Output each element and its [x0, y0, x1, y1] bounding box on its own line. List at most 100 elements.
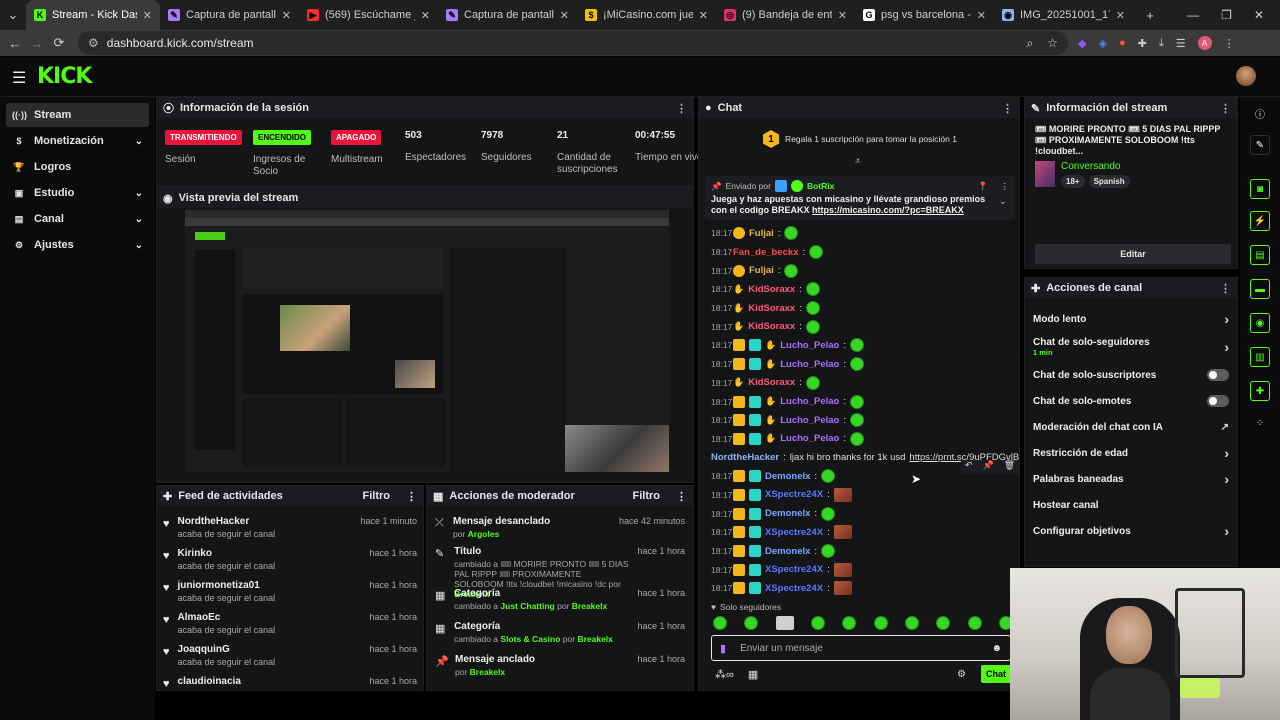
new-tab-button[interactable]: +	[1139, 4, 1161, 26]
channel-action-item[interactable]: Configurar objetivos ›	[1025, 518, 1237, 544]
gift-leaderboard-banner[interactable]: 1 Regala 1 suscripción para tomar la pos…	[699, 128, 1019, 150]
activity-user[interactable]: JoaqquinG	[178, 644, 276, 655]
chat-message[interactable]: 18:17 ✋ Lucho_Pelao:	[699, 430, 1019, 449]
chevron-right-icon[interactable]: ›	[1224, 471, 1229, 487]
pin-message-icon[interactable]: 📌	[983, 460, 994, 474]
browser-tab[interactable]: ✎ Captura de pantalla por L ✕	[438, 0, 577, 30]
browser-tab[interactable]: ◎ (9) Bandeja de entrada - I ✕	[716, 0, 855, 30]
forward-icon[interactable]: →	[26, 32, 48, 54]
pinned-by-user[interactable]: BotRix	[807, 181, 834, 191]
sidebar-item-canal[interactable]: ▤ Canal ⌄	[6, 207, 149, 231]
channel-action-item[interactable]: Hostear canal	[1025, 492, 1237, 518]
document-icon[interactable]: ▤	[1250, 245, 1270, 265]
mod-action-highlight[interactable]: Just Chatting	[500, 601, 554, 611]
chat-input[interactable]: ▮ Enviar un mensaje ☻	[711, 635, 1011, 661]
chat-username[interactable]: Fan_de_beckx	[733, 247, 798, 258]
chevron-right-icon[interactable]: ›	[1224, 523, 1229, 539]
browser-tab[interactable]: K Stream - Kick Dashboard ✕	[26, 0, 160, 30]
back-icon[interactable]: ←	[4, 32, 26, 54]
chat-message[interactable]: 18:17 Demonelx:	[699, 542, 1019, 561]
collapse-leaderboard-icon[interactable]: ⩡	[855, 156, 861, 167]
chat-username[interactable]: Lucho_Pelao	[780, 396, 839, 407]
chat-username[interactable]: Lucho_Pelao	[780, 433, 839, 444]
chevron-right-icon[interactable]: ›	[1224, 311, 1229, 327]
sidebar-item-ajustes[interactable]: ⚙ Ajustes ⌄	[6, 233, 149, 257]
browser-menu-icon[interactable]: ⋮	[1224, 37, 1235, 50]
browser-tab[interactable]: ✎ Captura de pantalla por L ✕	[160, 0, 299, 30]
mod-action-highlight[interactable]: Breakelx	[470, 667, 505, 677]
zoom-icon[interactable]: ⌕	[1027, 36, 1034, 51]
sidebar-item-monetización[interactable]: $ Monetización ⌄	[6, 129, 149, 153]
microphone-icon[interactable]: ▮	[720, 642, 726, 655]
user-avatar[interactable]	[1236, 66, 1256, 86]
channel-action-item[interactable]: Modo lento ›	[1025, 306, 1237, 332]
edit-stream-button[interactable]: Editar	[1035, 244, 1231, 264]
tab-search-icon[interactable]: ⌄	[2, 4, 24, 26]
bookmark-star-icon[interactable]: ☆	[1047, 36, 1058, 51]
stream-category[interactable]: Conversando	[1061, 161, 1130, 172]
close-tab-icon[interactable]: ✕	[143, 9, 152, 22]
chat-username[interactable]: Demonelx	[765, 471, 810, 482]
extension-icon[interactable]: ◈	[1098, 37, 1106, 50]
sidebar-item-logros[interactable]: 🏆 Logros	[6, 155, 149, 179]
browser-tab[interactable]: Gpsg vs barcelona - Buscar ✕	[855, 0, 994, 30]
site-info-icon[interactable]: ⚙	[88, 36, 99, 50]
activity-user[interactable]: juniormonetiza01	[178, 580, 276, 591]
chat-message[interactable]: 18:17 XSpectre24X:	[699, 579, 1019, 598]
filter-button[interactable]: Filtro	[633, 490, 661, 502]
filter-button[interactable]: Filtro	[363, 490, 391, 502]
chat-message[interactable]: 18:17 Demonelx:	[699, 504, 1019, 523]
stream-tag[interactable]: Spanish	[1088, 175, 1130, 188]
chevron-right-icon[interactable]: ›	[1224, 445, 1229, 461]
channel-action-item[interactable]: Moderación del chat con IA ↗	[1025, 414, 1237, 440]
external-link-icon[interactable]: ↗	[1221, 422, 1229, 433]
quick-emote-icon[interactable]	[810, 616, 825, 630]
restore-icon[interactable]: ❐	[1221, 8, 1232, 22]
reply-icon[interactable]: ↶	[965, 460, 973, 474]
extension-icon[interactable]: ●	[1119, 37, 1126, 49]
chat-username[interactable]: KidSoraxx	[748, 303, 795, 314]
pinned-options-icon[interactable]: ⋮	[1001, 181, 1010, 192]
activity-user[interactable]: claudioinacia	[178, 676, 241, 687]
chat-username[interactable]: XSpectre24X	[765, 583, 823, 594]
layout-icon[interactable]: ▥	[1250, 347, 1270, 367]
reload-icon[interactable]: ⟳	[48, 32, 70, 54]
activity-user[interactable]: Kirinko	[178, 548, 276, 559]
chat-username[interactable]: Demonelx	[765, 546, 810, 557]
more-options-icon[interactable]: ⋮	[1220, 102, 1231, 115]
tools-icon[interactable]: ✚	[1250, 381, 1270, 401]
lightning-icon[interactable]: ⚡	[1250, 211, 1270, 231]
url-text[interactable]: dashboard.kick.com/stream	[107, 36, 254, 50]
chevron-down-icon[interactable]: ⌄	[135, 136, 143, 147]
chat-message[interactable]: 18:17 XSpectre24X:	[699, 523, 1019, 542]
quick-emote-icon[interactable]	[713, 616, 727, 630]
channel-action-item[interactable]: Palabras baneadas ›	[1025, 466, 1237, 492]
more-options-icon[interactable]: ⋮	[1002, 102, 1013, 115]
close-tab-icon[interactable]: ✕	[838, 9, 847, 22]
chat-username[interactable]: KidSoraxx	[748, 284, 795, 295]
chat-username[interactable]: Lucho_Pelao	[780, 340, 839, 351]
close-tab-icon[interactable]: ✕	[1116, 9, 1125, 22]
more-options-icon[interactable]: ⋮	[406, 490, 417, 503]
send-chat-button[interactable]: Chat	[981, 665, 1011, 683]
chat-message[interactable]: 18:17 ✋ KidSoraxx:	[699, 374, 1019, 393]
mod-action-user[interactable]: Breakelx	[577, 634, 612, 644]
chat-username[interactable]: XSpectre24X	[765, 564, 823, 575]
expand-pinned-icon[interactable]: ⌄	[999, 196, 1007, 207]
chevron-right-icon[interactable]: ›	[1224, 339, 1229, 355]
extension-icon[interactable]: ◆	[1078, 37, 1086, 50]
quick-emote-icon[interactable]	[842, 616, 857, 630]
chat-message[interactable]: 18:17 ✋ KidSoraxx:	[699, 317, 1019, 336]
browser-tab[interactable]: ▶ (569) Escúchame jopu... ✕	[299, 0, 438, 30]
activity-user[interactable]: NordtheHacker	[178, 516, 276, 527]
activity-user[interactable]: AlmaoEc	[178, 612, 276, 623]
channel-action-item[interactable]: Chat de solo-seguidores 1 min ›	[1025, 332, 1237, 362]
chat-username[interactable]: Lucho_Pelao	[780, 359, 839, 370]
pinned-link[interactable]: https://micasino.com/?pc=BREAKX	[812, 205, 964, 215]
chat-message[interactable]: 18:17 ✋ Lucho_Pelao:	[699, 355, 1019, 374]
close-tab-icon[interactable]: ✕	[421, 9, 430, 22]
download-icon[interactable]: ⤓	[1159, 37, 1164, 50]
chat-username[interactable]: KidSoraxx	[748, 321, 795, 332]
chat-username[interactable]: Demonelx	[765, 508, 810, 519]
close-tab-icon[interactable]: ✕	[977, 9, 986, 22]
